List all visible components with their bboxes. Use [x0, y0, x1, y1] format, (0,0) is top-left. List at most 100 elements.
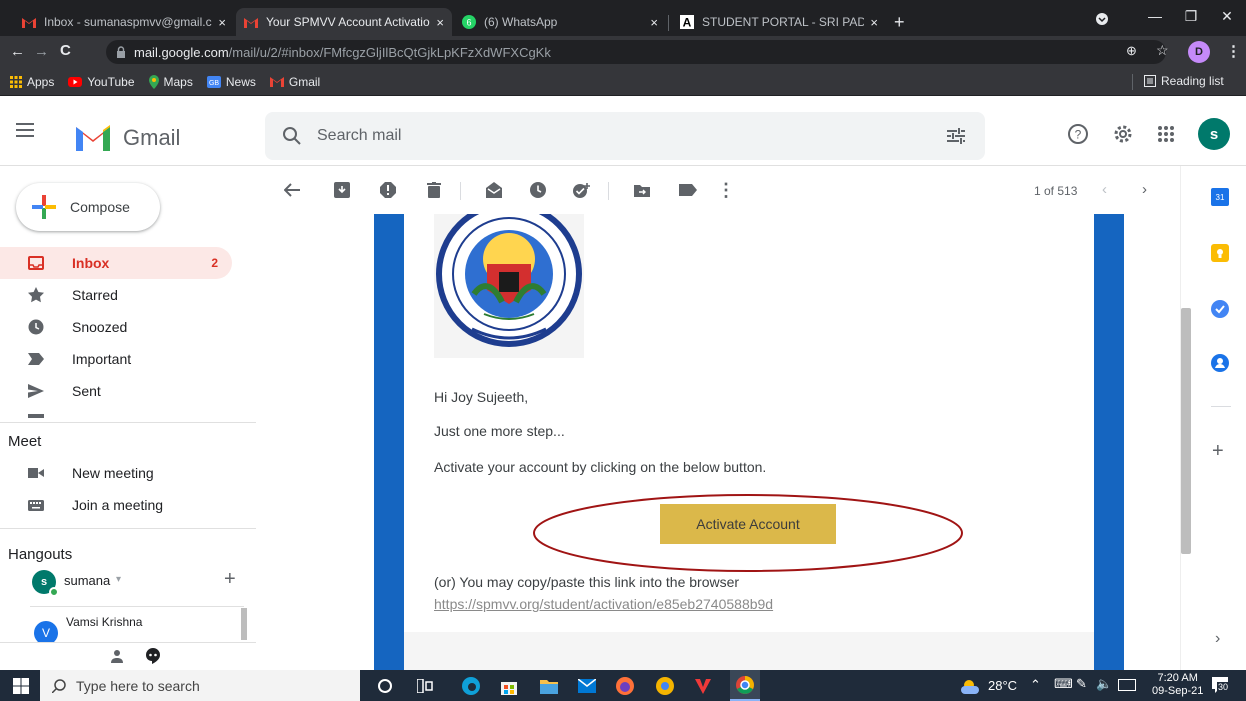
zoom-icon[interactable]: ⊕	[1126, 43, 1137, 59]
nav-snoozed[interactable]: Snoozed	[0, 311, 232, 343]
file-explorer-icon[interactable]	[538, 675, 560, 697]
chrome-taskbar-button[interactable]	[730, 670, 760, 701]
notification-center-icon[interactable]: 30	[1212, 677, 1232, 693]
meet-heading: Meet	[8, 433, 42, 450]
reload-icon[interactable]: C	[60, 42, 71, 59]
new-tab-button[interactable]: +	[894, 12, 905, 33]
profile-avatar[interactable]: D	[1188, 41, 1210, 63]
older-icon[interactable]: ›	[1142, 181, 1147, 198]
delete-icon[interactable]	[424, 180, 444, 200]
status-dropdown-icon[interactable]: ▾	[116, 574, 121, 585]
mail-app-icon[interactable]	[576, 675, 598, 697]
search-icon[interactable]	[283, 127, 301, 145]
main-menu-icon[interactable]	[16, 123, 34, 137]
pen-icon[interactable]: ✎	[1076, 676, 1087, 692]
news-icon: GB	[206, 75, 221, 88]
browser-menu-icon[interactable]: ⋮	[1226, 42, 1241, 60]
help-icon[interactable]: ?	[1068, 124, 1088, 144]
weather-icon[interactable]	[960, 675, 982, 697]
volume-icon[interactable]: 🔈	[1096, 676, 1112, 692]
label-icon[interactable]	[678, 180, 698, 200]
tab-whatsapp[interactable]: 6 (6) WhatsApp ×	[454, 8, 666, 36]
mark-unread-icon[interactable]	[484, 180, 504, 200]
taskbar-search[interactable]: Type here to search	[40, 670, 360, 701]
keyboard-layout-icon[interactable]	[1118, 679, 1136, 691]
bookmark-maps[interactable]: Maps	[148, 74, 193, 89]
move-to-icon[interactable]	[632, 180, 652, 200]
minimize-icon[interactable]: —	[1140, 8, 1170, 24]
url-field[interactable]: mail.google.com/mail/u/2/#inbox/FMfcgzGl…	[106, 40, 1166, 64]
cortana-icon[interactable]	[374, 675, 396, 697]
activation-link[interactable]: https://spmvv.org/student/activation/e85…	[434, 596, 773, 612]
get-addons-icon[interactable]: +	[1212, 440, 1224, 463]
nav-important[interactable]: Important	[0, 343, 232, 375]
search-input[interactable]: Search mail	[317, 127, 401, 145]
bookmark-apps[interactable]: Apps	[10, 75, 54, 89]
taskbar-search-input[interactable]: Type here to search	[76, 678, 200, 694]
close-tab-icon[interactable]: ×	[870, 15, 878, 30]
restore-icon[interactable]: ❐	[1176, 8, 1206, 25]
calendar-icon[interactable]: 31	[1211, 188, 1229, 206]
tasks-icon[interactable]	[1211, 300, 1229, 318]
contacts-icon[interactable]	[1211, 354, 1229, 372]
chrome-canary-icon[interactable]	[654, 675, 676, 697]
firefox-icon[interactable]	[614, 675, 636, 697]
nav-sent[interactable]: Sent	[0, 375, 232, 407]
hangouts-chat-icon[interactable]	[146, 648, 160, 664]
tab-divider	[668, 15, 669, 31]
join-meeting-button[interactable]: Join a meeting	[0, 489, 163, 521]
google-apps-icon[interactable]	[1158, 126, 1174, 142]
tab-search-icon[interactable]	[1096, 13, 1108, 25]
more-actions-icon[interactable]: ⋮	[716, 180, 736, 200]
network-icon[interactable]: ⌨	[1054, 676, 1073, 692]
tab-inbox[interactable]: Inbox - sumanaspmvv@gmail.co ×	[14, 8, 234, 36]
tab-activation[interactable]: Your SPMVV Account Activation ×	[236, 8, 452, 36]
send-icon	[26, 384, 46, 398]
newer-icon[interactable]: ‹	[1102, 181, 1107, 198]
back-icon[interactable]: ←	[10, 43, 25, 60]
nav-starred[interactable]: Starred	[0, 279, 232, 311]
search-options-icon[interactable]	[947, 128, 965, 144]
nav-inbox[interactable]: Inbox 2	[0, 247, 232, 279]
windows-start-icon[interactable]	[10, 675, 32, 697]
snooze-icon[interactable]	[528, 180, 548, 200]
tab-student-portal[interactable]: A STUDENT PORTAL - SRI PADMAV ×	[672, 8, 886, 36]
window-close-icon[interactable]: ✕	[1212, 8, 1242, 25]
settings-gear-icon[interactable]	[1112, 123, 1134, 145]
clock[interactable]: 7:20 AM 09-Sep-21	[1152, 672, 1203, 698]
new-meeting-button[interactable]: New meeting	[0, 457, 154, 489]
portal-icon: A	[680, 15, 694, 29]
forward-icon[interactable]: →	[34, 43, 49, 60]
compose-button[interactable]: Compose	[16, 183, 160, 231]
person-icon[interactable]	[110, 649, 124, 663]
expand-panel-icon[interactable]: ›	[1215, 630, 1220, 648]
task-view-icon[interactable]	[414, 675, 436, 697]
account-avatar[interactable]: s	[1198, 118, 1230, 150]
keep-icon[interactable]	[1211, 244, 1229, 262]
close-tab-icon[interactable]: ×	[218, 15, 226, 30]
vivaldi-icon[interactable]	[692, 675, 714, 697]
edge-icon[interactable]	[460, 675, 482, 697]
bookmark-youtube[interactable]: YouTube	[68, 75, 135, 89]
tray-chevron-icon[interactable]: ⌃	[1030, 677, 1041, 693]
bookmark-star-icon[interactable]: ☆	[1156, 42, 1169, 59]
gmail-logo-icon[interactable]	[73, 121, 113, 151]
back-to-inbox-icon[interactable]	[282, 180, 302, 200]
add-to-tasks-icon[interactable]	[572, 180, 592, 200]
bookmark-news[interactable]: GB News	[206, 75, 256, 89]
bookmark-gmail[interactable]: Gmail	[269, 75, 320, 89]
report-spam-icon[interactable]	[378, 180, 398, 200]
whatsapp-icon: 6	[462, 15, 476, 29]
archive-icon[interactable]	[332, 180, 352, 200]
close-tab-icon[interactable]: ×	[650, 15, 658, 30]
hangouts-contact-row[interactable]: V Vamsi Krishna	[30, 606, 244, 642]
reading-list-button[interactable]: Reading list	[1144, 74, 1224, 88]
hangouts-user-name[interactable]: sumana	[64, 573, 110, 588]
search-bar[interactable]: Search mail	[265, 112, 985, 160]
store-icon[interactable]	[498, 675, 520, 697]
hangouts-scrollbar[interactable]	[241, 608, 247, 640]
close-tab-icon[interactable]: ×	[436, 15, 444, 30]
mail-scrollbar[interactable]	[1181, 308, 1191, 554]
weather-temp[interactable]: 28°C	[988, 678, 1017, 693]
add-contact-icon[interactable]: +	[224, 568, 236, 591]
